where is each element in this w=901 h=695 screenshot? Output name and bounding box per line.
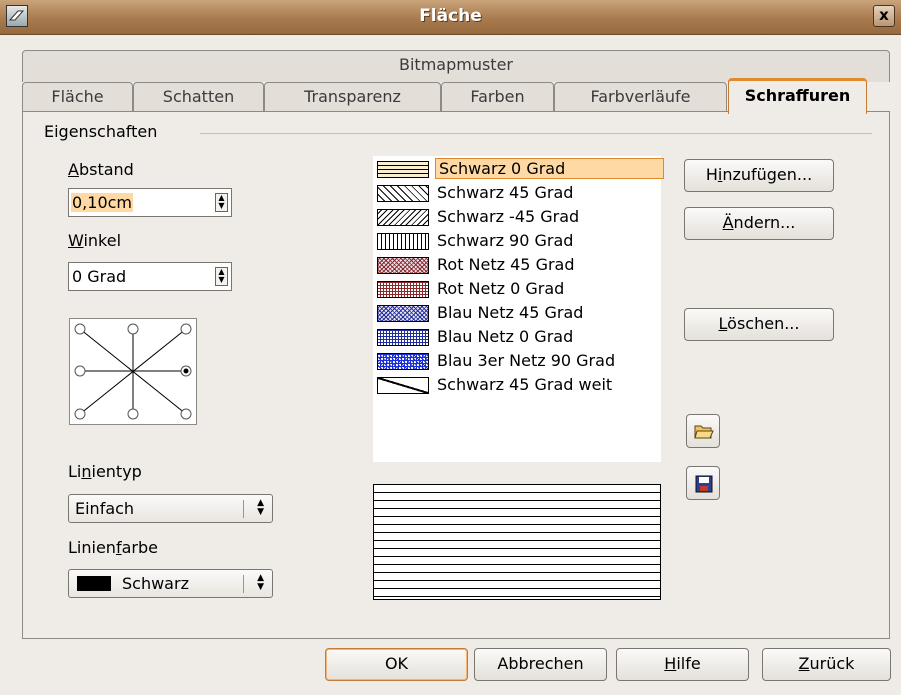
hatch-item[interactable]: Schwarz 45 Grad weit xyxy=(375,374,659,398)
hatch-swatch xyxy=(377,377,429,394)
window-title: Fläche xyxy=(419,6,482,26)
hatch-name: Rot Netz 0 Grad xyxy=(437,279,565,298)
tab-flaeche[interactable]: Fläche xyxy=(22,82,133,112)
reset-button[interactable]: Zurück xyxy=(762,648,891,681)
linientyp-dropdown[interactable]: Einfach ▲ ▼ xyxy=(68,494,273,523)
angle-selector-graphic xyxy=(74,323,192,420)
hatch-name: Blau 3er Netz 90 Grad xyxy=(437,351,616,370)
hatch-swatch xyxy=(377,233,429,250)
properties-group-label: Eigenschaften xyxy=(44,122,164,141)
linienfarbe-dropdown[interactable]: Schwarz ▲ ▼ xyxy=(68,569,273,598)
save-hatch-list-button[interactable] xyxy=(686,466,720,500)
hatch-item[interactable]: Schwarz -45 Grad xyxy=(375,206,659,230)
hatch-swatch xyxy=(377,281,429,298)
color-swatch xyxy=(77,576,111,591)
angle-selector[interactable] xyxy=(69,318,197,425)
modify-button[interactable]: Ändern... xyxy=(684,207,834,240)
hatch-name: Schwarz 90 Grad xyxy=(437,231,574,250)
updown-arrow-icon: ▲ ▼ xyxy=(257,498,264,517)
tab-label: Transparenz xyxy=(304,87,401,106)
hatch-name: Rot Netz 45 Grad xyxy=(437,255,575,274)
hatch-item[interactable]: Rot Netz 45 Grad xyxy=(375,254,659,278)
hatch-item[interactable]: Blau Netz 0 Grad xyxy=(375,326,659,350)
hatch-item[interactable]: Schwarz 45 Grad xyxy=(375,182,659,206)
hatch-name: Schwarz 45 Grad xyxy=(437,183,574,202)
abstand-label: Abstand xyxy=(68,160,134,179)
add-button[interactable]: Hinzufügen... xyxy=(684,159,834,192)
abstand-spinfield[interactable]: 0,10cm ▲ ▼ xyxy=(68,188,232,217)
hatch-name: Schwarz 45 Grad weit xyxy=(437,375,613,394)
title-bar: Fläche x xyxy=(0,0,901,35)
winkel-value: 0 Grad xyxy=(72,267,127,286)
hatch-item[interactable]: Rot Netz 0 Grad xyxy=(375,278,659,302)
spin-arrows-icon[interactable]: ▲ ▼ xyxy=(215,193,228,212)
hatch-name: Blau Netz 0 Grad xyxy=(437,327,574,346)
hatch-name: Blau Netz 45 Grad xyxy=(437,303,584,322)
tab-label: Fläche xyxy=(51,87,104,106)
hatch-name: Schwarz -45 Grad xyxy=(437,207,580,226)
tab-schraffuren[interactable]: Schraffuren xyxy=(728,78,867,114)
load-hatch-list-button[interactable] xyxy=(686,414,720,448)
ok-label: OK xyxy=(384,654,409,673)
ok-button[interactable]: OK xyxy=(325,648,468,681)
dropdown-separator xyxy=(243,575,244,593)
winkel-label: Winkel xyxy=(68,231,122,250)
linientyp-value: Einfach xyxy=(75,499,135,518)
close-icon: x xyxy=(879,6,889,24)
hatch-swatch xyxy=(377,257,429,274)
spin-arrows-icon[interactable]: ▲ ▼ xyxy=(215,267,228,286)
tab-label: Bitmapmuster xyxy=(399,55,513,74)
delete-button[interactable]: Löschen... xyxy=(684,308,834,341)
group-divider xyxy=(200,133,872,134)
hatch-item[interactable]: Blau Netz 45 Grad xyxy=(375,302,659,326)
hatch-list[interactable]: Schwarz 0 Grad Schwarz 45 Grad Schwarz -… xyxy=(373,156,664,462)
open-folder-icon xyxy=(694,425,714,439)
updown-arrow-icon: ▲ ▼ xyxy=(257,573,264,592)
hatch-swatch xyxy=(377,209,429,226)
floppy-disk-icon xyxy=(695,475,713,493)
hatch-swatch xyxy=(377,305,429,322)
linienfarbe-value: Schwarz xyxy=(122,574,189,593)
hatch-swatch xyxy=(377,329,429,346)
hatch-item[interactable]: Blau 3er Netz 90 Grad xyxy=(375,350,659,374)
tab-label: Farbverläufe xyxy=(590,87,691,106)
hatch-item[interactable]: Schwarz 0 Grad xyxy=(375,158,664,182)
dropdown-separator xyxy=(243,500,244,518)
tab-label: Schraffuren xyxy=(744,86,851,105)
hatch-swatch xyxy=(377,161,429,178)
tab-schatten[interactable]: Schatten xyxy=(133,82,264,112)
tab-farben[interactable]: Farben xyxy=(441,82,554,112)
cancel-button[interactable]: Abbrechen xyxy=(474,648,607,681)
tab-label: Farben xyxy=(470,87,525,106)
hatch-name: Schwarz 0 Grad xyxy=(435,158,664,179)
hatch-item[interactable]: Schwarz 90 Grad xyxy=(375,230,659,254)
linienfarbe-label: Linienfarbe xyxy=(68,538,158,557)
hatch-swatch xyxy=(377,185,429,202)
tab-farbverlaeufe[interactable]: Farbverläufe xyxy=(554,82,727,112)
hatch-swatch xyxy=(377,353,429,370)
tab-transparenz[interactable]: Transparenz xyxy=(264,82,441,112)
help-button[interactable]: Hilfe xyxy=(616,648,749,681)
hatch-preview xyxy=(373,484,661,600)
linientyp-label: Linientyp xyxy=(68,462,142,481)
winkel-spinfield[interactable]: 0 Grad ▲ ▼ xyxy=(68,262,232,291)
cancel-label: Abbrechen xyxy=(497,654,584,673)
abstand-value: 0,10cm xyxy=(71,193,134,212)
close-button[interactable]: x xyxy=(873,5,895,27)
tab-label: Schatten xyxy=(162,87,235,106)
